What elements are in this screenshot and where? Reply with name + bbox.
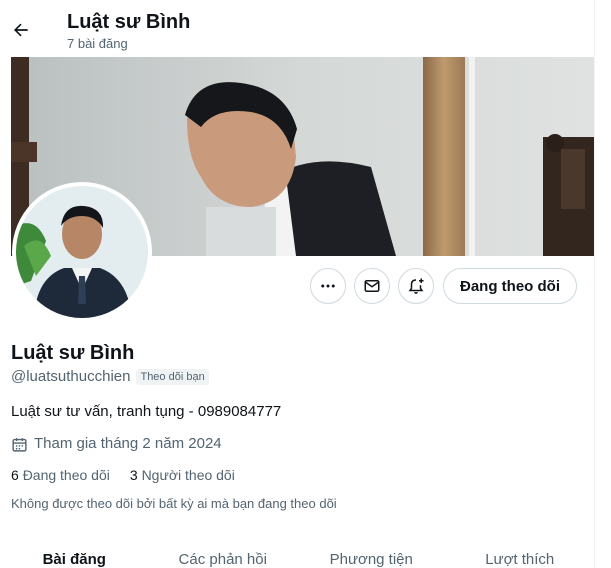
follows-you-badge: Theo dõi bạn (136, 369, 209, 385)
tab-replies[interactable]: Các phản hồi (149, 540, 298, 568)
post-count: 7 bài đăng (67, 36, 128, 51)
profile-header: Luật sư Bình 7 bài đăng (0, 0, 594, 57)
joined-date: Tham gia tháng 2 năm 2024 (11, 434, 222, 454)
avatar[interactable] (12, 182, 152, 322)
back-button[interactable] (6, 13, 36, 47)
message-button[interactable] (354, 268, 390, 304)
envelope-icon (364, 280, 380, 292)
more-button[interactable] (310, 268, 346, 304)
followers-link[interactable]: 3 Người theo dõi (130, 465, 235, 485)
tab-likes[interactable]: Lượt thích (446, 540, 595, 568)
following-button[interactable]: Đang theo dõi (443, 268, 577, 304)
handle-row: @luatsuthucchien Theo dõi bạn (11, 367, 209, 387)
header-title: Luật sư Bình (67, 11, 191, 33)
followers-count: 3 (129, 467, 138, 483)
joined-text: Tham gia tháng 2 năm 2024 (34, 435, 222, 452)
tab-media[interactable]: Phương tiện (297, 540, 446, 568)
profile-page: Luật sư Bình 7 bài đăng Đang theo dõi Lu… (0, 0, 611, 568)
calendar-icon (12, 437, 27, 452)
mutual-followers-note: Không được theo dõi bởi bất kỳ ai mà bạn… (11, 496, 337, 511)
tab-posts[interactable]: Bài đăng (0, 540, 149, 568)
followers-label: Người theo dõi (141, 467, 235, 483)
following-label: Đang theo dõi (22, 467, 110, 483)
avatar-image (16, 186, 148, 318)
display-name: Luật sư Bình (11, 342, 135, 364)
notify-button[interactable] (398, 268, 434, 304)
column-divider (594, 0, 595, 568)
handle: @luatsuthucchien (11, 368, 131, 385)
more-icon (321, 284, 335, 288)
follow-stats: 6 Đang theo dõi 3 Người theo dõi (11, 465, 235, 485)
following-count: 6 (11, 467, 19, 483)
arrow-left-icon (14, 23, 28, 37)
profile-tabs: Bài đăng Các phản hồi Phương tiện Lượt t… (0, 540, 594, 568)
following-link[interactable]: 6 Đang theo dõi (11, 465, 110, 485)
bell-plus-icon (408, 278, 424, 294)
bio: Luật sư tư vấn, tranh tụng - 0989084777 (11, 403, 282, 420)
